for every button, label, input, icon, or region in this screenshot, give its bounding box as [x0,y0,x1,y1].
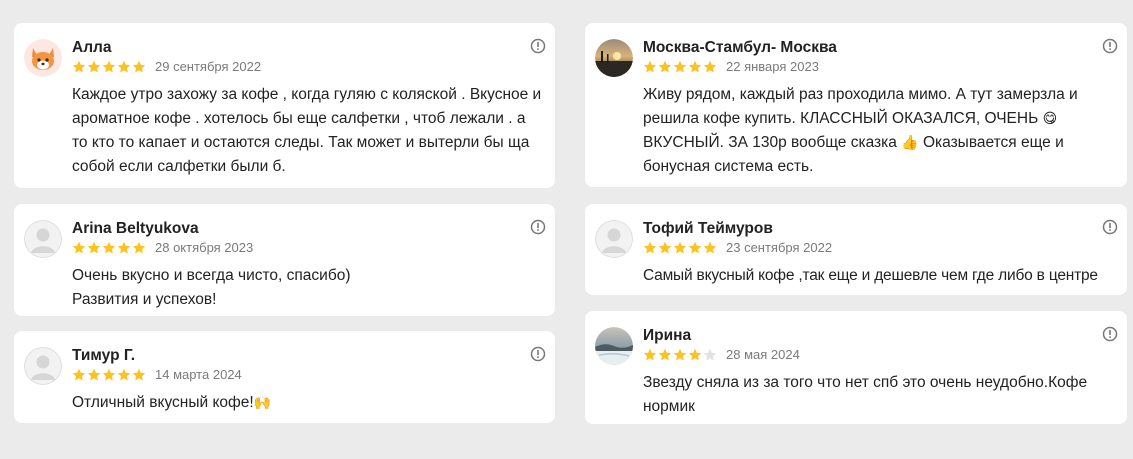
star-filled-icon [658,60,672,73]
info-icon[interactable] [530,219,546,235]
avatar[interactable] [595,39,633,77]
avatar[interactable] [24,39,62,77]
avatar[interactable] [24,347,62,385]
avatar[interactable] [595,220,633,258]
review-date: 29 сентября 2022 [155,59,262,74]
fox-avatar-icon [24,39,62,77]
star-filled-icon [673,60,687,73]
avatar[interactable] [595,327,633,365]
info-icon[interactable] [530,38,546,54]
info-icon[interactable] [1102,219,1118,235]
star-filled-icon [117,241,131,254]
review-card: Arina Beltyukova 28 октября 2023 Очень в… [14,204,555,316]
star-filled-icon [688,60,702,73]
default-user-icon [24,347,62,385]
review-date: 28 мая 2024 [726,347,800,362]
star-filled-icon [87,241,101,254]
star-rating [643,59,718,75]
star-rating [643,240,718,256]
review-author[interactable]: Алла [72,39,112,57]
review-text: Очень вкусно и всегда чисто, спасибо) Ра… [72,267,351,308]
star-filled-icon [117,60,131,73]
star-filled-icon [132,60,146,73]
star-filled-icon [673,241,687,254]
review-author[interactable]: Тимур Г. [72,347,135,365]
star-filled-icon [117,368,131,381]
star-filled-icon [643,241,657,254]
star-filled-icon [673,348,687,361]
review-text: Каждое утро захожу за кофе , когда гуляю… [72,86,542,175]
info-icon[interactable] [1102,38,1118,54]
review-date: 23 сентября 2022 [726,240,833,255]
star-filled-icon [87,60,101,73]
star-filled-icon [72,368,86,381]
star-filled-icon [87,368,101,381]
review-card: Тимур Г. 14 марта 2024 Отличный вкусный … [14,331,555,423]
review-text: Отличный вкусный кофе!🙌 [72,391,545,415]
star-filled-icon [132,241,146,254]
star-filled-icon [132,368,146,381]
review-author[interactable]: Тофий Теймуров [643,220,773,238]
thumbs-up-emoji: 👍 [901,135,919,151]
review-card: Алла 29 сентября 2022 Каждое утро захожу… [14,23,555,188]
default-user-icon [595,220,633,258]
review-date: 22 января 2023 [726,59,819,74]
star-filled-icon [658,241,672,254]
review-author[interactable]: Ирина [643,327,691,345]
star-rating [72,59,147,75]
star-filled-icon [72,60,86,73]
review-author[interactable]: Arina Beltyukova [72,220,199,238]
star-filled-icon [643,348,657,361]
info-icon[interactable] [530,346,546,362]
avatar[interactable] [24,220,62,258]
review-text-part: Живу рядом, каждый раз проходила мимо. А… [643,86,1078,127]
winter-landscape-photo-icon [595,327,633,365]
review-text: Самый вкусный кофе ,так еще и дешевле че… [643,267,1098,284]
review-date: 28 октября 2023 [155,240,254,255]
default-user-icon [24,220,62,258]
sunset-photo-icon [595,39,633,77]
review-text: Живу рядом, каждый раз проходила мимо. А… [643,83,1107,179]
star-filled-icon [703,241,717,254]
review-card: Тофий Теймуров 23 сентября 2022 Самый вк… [585,204,1127,295]
star-empty-icon [703,348,717,361]
yum-emoji: 😋 [1042,111,1058,127]
star-filled-icon [72,241,86,254]
review-date: 14 марта 2024 [155,367,242,382]
star-filled-icon [688,348,702,361]
review-text-body: Отличный вкусный кофе! [72,394,254,411]
star-filled-icon [658,348,672,361]
star-filled-icon [102,241,116,254]
info-icon[interactable] [1102,326,1118,342]
review-card: Ирина 28 мая 2024 Звезду сняла из за тог… [585,311,1127,424]
star-rating [643,347,718,363]
star-filled-icon [643,60,657,73]
raised-hands-emoji: 🙌 [253,395,272,411]
star-rating [72,367,147,383]
review-text: Звезду сняла из за того что нет спб это … [643,374,1088,415]
star-rating [72,240,147,256]
star-filled-icon [688,241,702,254]
review-text-part: ВКУСНЫЙ. ЗА 130р вообще сказка [643,134,902,151]
star-filled-icon [703,60,717,73]
star-filled-icon [102,60,116,73]
review-card: Москва-Стамбул- Москва 22 января 2023 Жи… [585,23,1127,187]
star-filled-icon [102,368,116,381]
review-author[interactable]: Москва-Стамбул- Москва [643,39,837,57]
